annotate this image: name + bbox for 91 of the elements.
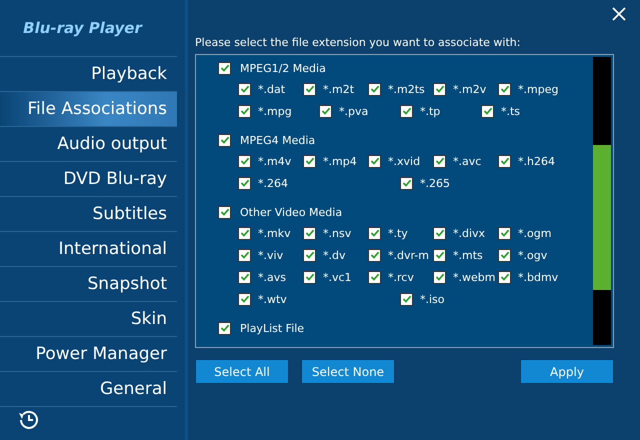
extension-label: *.m2t <box>323 82 354 96</box>
sidebar-item[interactable]: Power Manager <box>0 336 177 371</box>
extension-label: *.ogm <box>518 226 552 240</box>
action-button[interactable]: Select All <box>195 359 289 384</box>
extension-label: *.vc1 <box>323 270 352 284</box>
extension-label: *.m2v <box>453 82 486 96</box>
history-icon[interactable] <box>16 408 40 432</box>
checkbox[interactable] <box>238 154 251 168</box>
checkbox[interactable] <box>238 104 251 118</box>
checkbox[interactable] <box>368 248 381 262</box>
extension-label: *.ty <box>388 226 408 240</box>
checkbox[interactable] <box>498 248 511 262</box>
extension-label: *.avc <box>453 154 482 168</box>
checkbox[interactable] <box>303 82 316 96</box>
checkbox[interactable] <box>400 104 413 118</box>
extension-label: *.avs <box>258 270 286 284</box>
extension-label: *.dv <box>323 248 346 262</box>
scrollbar[interactable] <box>593 57 611 345</box>
sidebar-item[interactable]: Skin <box>0 301 177 336</box>
sidebar-item[interactable]: Subtitles <box>0 196 177 231</box>
checkbox[interactable] <box>433 82 446 96</box>
extension-label: *.pva <box>339 104 368 118</box>
checkbox[interactable] <box>303 248 316 262</box>
checkbox[interactable] <box>238 82 251 96</box>
checkbox[interactable] <box>368 226 381 240</box>
instruction-text: Please select the file extension you want to associate with: <box>195 36 522 49</box>
checkbox[interactable] <box>368 270 381 284</box>
checkbox[interactable] <box>400 292 413 306</box>
checkbox[interactable] <box>238 226 251 240</box>
extension-label: *.h264 <box>518 154 555 168</box>
extension-label: *.divx <box>453 226 486 240</box>
sidebar-item[interactable]: International <box>0 231 177 266</box>
checkbox[interactable] <box>303 226 316 240</box>
checkbox[interactable] <box>433 248 446 262</box>
extension-label: *.mp4 <box>323 154 357 168</box>
checkbox[interactable] <box>218 322 231 334</box>
sidebar-item[interactable]: General <box>0 371 177 406</box>
checkbox[interactable] <box>498 154 511 168</box>
extension-label: *.m4v <box>258 154 292 168</box>
checkbox[interactable] <box>218 62 231 74</box>
checkbox[interactable] <box>498 270 511 284</box>
extension-label: *.mpeg <box>518 82 558 96</box>
checkbox[interactable] <box>238 176 251 190</box>
group-label: PlayList File <box>240 322 304 334</box>
checkbox[interactable] <box>303 270 316 284</box>
extension-label: *.dvr-m <box>388 248 429 262</box>
extension-label: *.264 <box>258 176 288 190</box>
close-icon[interactable] <box>612 7 626 21</box>
extension-label: *.webm <box>453 270 496 284</box>
sidebar-item[interactable]: Audio output <box>0 126 177 161</box>
extension-label: *.265 <box>420 176 450 190</box>
extension-label: *.rcv <box>388 270 414 284</box>
extension-label: *.m2ts <box>388 82 425 96</box>
checkbox[interactable] <box>319 104 332 118</box>
extension-label: *.ogv <box>518 248 548 262</box>
sidebar-item[interactable]: File Associations <box>0 91 177 126</box>
checkbox[interactable] <box>498 226 511 240</box>
extension-label: *.bdmv <box>518 270 558 284</box>
extension-label: *.nsv <box>323 226 352 240</box>
checkbox[interactable] <box>218 206 231 218</box>
checkbox[interactable] <box>433 270 446 284</box>
extension-label: *.dat <box>258 82 286 96</box>
extension-label: *.xvid <box>388 154 420 168</box>
extension-label: *.mkv <box>258 226 291 240</box>
app-logo: Blu-ray Player <box>23 19 142 37</box>
group-label: MPEG1/2 Media <box>240 62 326 74</box>
checkbox[interactable] <box>368 154 381 168</box>
action-button[interactable]: Apply <box>520 359 614 384</box>
extension-label: *.iso <box>420 292 445 306</box>
checkbox[interactable] <box>368 82 381 96</box>
checkbox[interactable] <box>238 270 251 284</box>
extension-label: *.mts <box>453 248 483 262</box>
checkbox[interactable] <box>400 176 413 190</box>
checkbox[interactable] <box>218 134 231 146</box>
checkbox[interactable] <box>481 104 494 118</box>
checkbox[interactable] <box>498 82 511 96</box>
group-label: MPEG4 Media <box>240 134 316 146</box>
checkbox[interactable] <box>238 292 251 306</box>
extension-label: *.ts <box>501 104 520 118</box>
extension-label: *.wtv <box>258 292 287 306</box>
checkbox[interactable] <box>433 154 446 168</box>
extension-label: *.viv <box>258 248 284 262</box>
extension-label: *.tp <box>420 104 440 118</box>
checkbox[interactable] <box>238 248 251 262</box>
group-label: Other Video Media <box>240 206 342 218</box>
checkbox[interactable] <box>303 154 316 168</box>
sidebar-item[interactable]: Snapshot <box>0 266 177 301</box>
checkbox[interactable] <box>433 226 446 240</box>
sidebar-item[interactable]: DVD Blu-ray <box>0 161 177 196</box>
action-button[interactable]: Select None <box>301 359 395 384</box>
extension-label: *.mpg <box>258 104 292 118</box>
